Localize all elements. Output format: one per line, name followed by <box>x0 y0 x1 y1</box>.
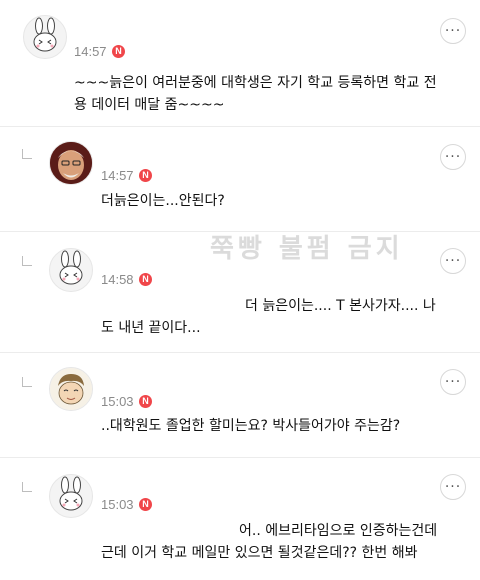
comment-text-line: ~~~늙은이 여러분중에 대학생은 자기 학교 등록하면 학교 전 <box>74 75 437 91</box>
comment-timestamp: 14:58 <box>101 272 134 287</box>
new-badge: N <box>112 45 125 58</box>
rabbit-avatar[interactable] <box>49 248 93 292</box>
comment-text-line: 근데 이거 학교 메일만 있으면 될것같은데?? 한번 해봐 <box>101 545 418 561</box>
reply-arrow-icon <box>22 256 32 266</box>
reply-arrow-icon <box>22 482 32 492</box>
more-options-button[interactable]: ··· <box>440 18 466 44</box>
rabbit-avatar[interactable] <box>49 474 93 518</box>
rabbit-avatar[interactable] <box>23 15 67 59</box>
comment-timestamp: 14:57 <box>74 44 107 59</box>
comment-text-line: 용 데이터 매달 줌~~~~ <box>74 97 225 113</box>
watermark-text: 쭉빵 불펌 금지 <box>210 234 404 264</box>
more-options-button[interactable]: ··· <box>440 144 466 170</box>
comment-timestamp: 14:57 <box>101 168 134 183</box>
new-badge: N <box>139 395 152 408</box>
comment-text-line: 도 내년 끝이다... <box>101 320 201 336</box>
comment-text: 더늙은이는...안된다? <box>101 190 225 212</box>
comment-text-line: 어.. 에브리타임으로 인증하는건데 <box>239 523 438 539</box>
comment-timestamp: 15:03 <box>101 497 134 512</box>
comment-text: ..대학원도 졸업한 할미는요? 박사들어가야 주는감? <box>101 415 400 437</box>
reply-arrow-icon <box>22 377 32 387</box>
comment-text-line: 더늙은이는...안된다? <box>101 193 225 209</box>
old-man-photo-avatar[interactable] <box>49 141 93 185</box>
new-badge: N <box>139 273 152 286</box>
cartoon-character-avatar[interactable] <box>49 367 93 411</box>
comment-timestamp: 15:03 <box>101 394 134 409</box>
comment-text-line: ..대학원도 졸업한 할미는요? 박사들어가야 주는감? <box>101 418 401 434</box>
comment-item: 14:57 N ··· ~~~늙은이 여러분중에 대학생은 자기 학교 등록하면… <box>0 0 480 127</box>
reply-item: 15:03 N ··· 어.. 에브리타임으로 인증하는건데 근데 이거 학교 … <box>0 458 480 580</box>
comment-text: 더 늙은이는.... T 본사가자.... 나 도 내년 끝이다... <box>101 295 461 339</box>
reply-item: 14:57 N ··· 더늙은이는...안된다? <box>0 127 480 232</box>
comment-text-line: 더 늙은이는.... T 본사가자.... 나 <box>245 298 436 314</box>
reply-arrow-icon <box>22 149 32 159</box>
reply-item: 15:03 N ··· ..대학원도 졸업한 할미는요? 박사들어가야 주는감? <box>0 353 480 458</box>
more-options-button[interactable]: ··· <box>440 248 466 274</box>
comment-text: 어.. 에브리타임으로 인증하는건데 근데 이거 학교 메일만 있으면 될것같은… <box>101 520 471 564</box>
comment-text: ~~~늙은이 여러분중에 대학생은 자기 학교 등록하면 학교 전 용 데이터 … <box>74 72 437 116</box>
more-options-button[interactable]: ··· <box>440 369 466 395</box>
more-options-button[interactable]: ··· <box>440 474 466 500</box>
new-badge: N <box>139 169 152 182</box>
new-badge: N <box>139 498 152 511</box>
